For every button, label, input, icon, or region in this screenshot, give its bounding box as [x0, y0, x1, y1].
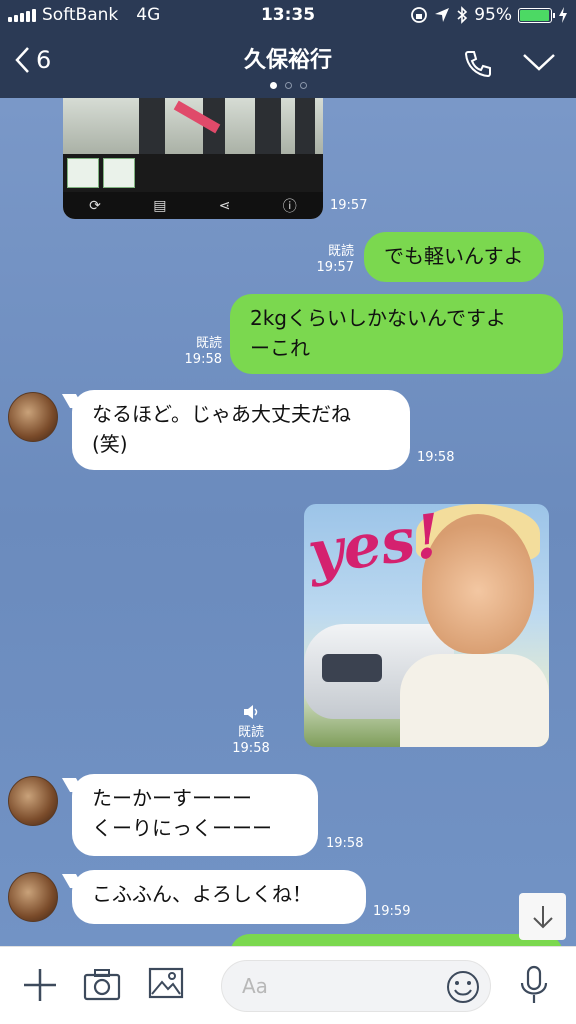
chat-header: 6 久保裕行: [0, 32, 576, 98]
message-time: 19:58: [184, 352, 222, 367]
battery-fill: [520, 9, 549, 21]
read-label: 既読: [237, 725, 264, 740]
my-message-bubble[interactable]: 2kgくらいしかないんですよ ーこれ: [230, 294, 563, 374]
message-time: 19:57: [316, 260, 354, 275]
image-icon: [148, 967, 184, 999]
message-composer: Aa: [0, 946, 576, 1024]
message-input[interactable]: Aa: [221, 960, 491, 1012]
message-time: 19:58: [326, 836, 364, 851]
read-receipt-group: 既読 19:58: [230, 704, 272, 757]
read-label: 既読: [327, 244, 354, 259]
rotation-lock-icon: [411, 7, 428, 23]
camera-icon: [83, 969, 121, 1001]
chat-area[interactable]: ⟳ ▤ ⋖ ⓘ 19:57 既読 19:57 でも軽いんすよ 既読 19:58 …: [0, 98, 576, 946]
plus-icon: [24, 969, 56, 1001]
message-text: くーりにっくーーー: [92, 816, 272, 840]
chevron-down-icon: [523, 54, 555, 71]
message-text: なるほど。じゃあ大丈夫だね: [92, 402, 351, 426]
voice-button[interactable]: [518, 965, 550, 1009]
menu-toggle-button[interactable]: [522, 52, 556, 76]
replay-icon[interactable]: ⟳: [89, 198, 101, 214]
avatar[interactable]: [8, 872, 58, 922]
charging-icon: [559, 7, 567, 23]
message-text: でも軽いんすよ: [384, 244, 524, 268]
message-text: 2kgくらいしかないんですよ: [250, 306, 507, 330]
add-button[interactable]: [22, 967, 58, 1007]
info-icon[interactable]: ⓘ: [283, 196, 297, 216]
bluetooth-icon: [457, 6, 468, 24]
phone-icon: [464, 51, 491, 78]
message-time: 19:58: [232, 741, 270, 756]
message-time: 19:59: [373, 904, 411, 919]
gallery-button[interactable]: [148, 967, 184, 1005]
their-message-bubble[interactable]: なるほど。じゃあ大丈夫だね (笑): [72, 390, 410, 470]
my-message-bubble[interactable]: [230, 934, 563, 946]
camera-button[interactable]: [83, 967, 121, 1005]
battery-icon: [518, 7, 555, 23]
read-receipt-group: 既読 19:58: [180, 336, 222, 368]
message-text: (笑): [92, 432, 128, 456]
save-icon[interactable]: ▤: [153, 198, 166, 214]
status-bar: SoftBank 4G 13:35 95%: [0, 0, 576, 32]
speaker-icon: [244, 705, 258, 719]
their-message-bubble[interactable]: たーかーすーーー くーりにっくーーー: [72, 774, 318, 856]
location-icon: [435, 8, 450, 22]
message-time: 19:58: [417, 450, 455, 465]
my-message-bubble[interactable]: でも軽いんすよ: [364, 232, 544, 282]
message-text: たーかーすーーー: [92, 786, 252, 810]
message-text: こふふん、よろしくね！: [92, 882, 312, 906]
avatar[interactable]: [8, 392, 58, 442]
message-text: ーこれ: [250, 336, 310, 360]
video-message[interactable]: ⟳ ▤ ⋖ ⓘ: [63, 98, 323, 219]
call-button[interactable]: [462, 48, 494, 84]
input-placeholder: Aa: [242, 974, 268, 998]
media-controls: ⟳ ▤ ⋖ ⓘ: [63, 192, 323, 219]
sticker-message[interactable]: yes!: [304, 504, 549, 747]
battery-percent: 95%: [474, 5, 512, 25]
arrow-down-icon: [532, 905, 553, 928]
scroll-to-bottom-button[interactable]: [519, 893, 566, 940]
emoji-icon[interactable]: [446, 970, 480, 1004]
share-icon[interactable]: ⋖: [219, 198, 231, 214]
microphone-icon: [520, 965, 548, 1003]
read-label: 既読: [195, 336, 222, 351]
avatar[interactable]: [8, 776, 58, 826]
read-receipt-group: 既読 19:57: [312, 244, 354, 276]
message-time: 19:57: [330, 198, 368, 213]
their-message-bubble[interactable]: こふふん、よろしくね！: [72, 870, 366, 924]
